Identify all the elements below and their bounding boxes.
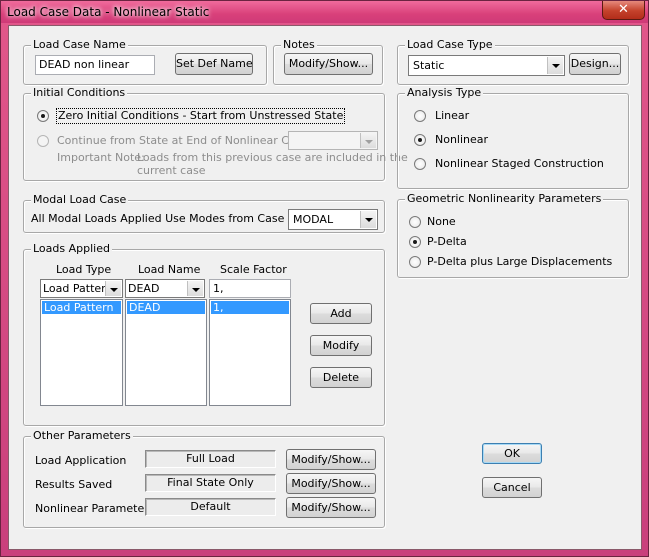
radio-unselected-icon (409, 256, 421, 268)
initial-conditions-group: Initial Conditions Zero Initial Conditio… (23, 86, 408, 181)
load-case-type-group: Load Case Type Static Design... (397, 38, 629, 85)
delete-load-button[interactable]: Delete (310, 367, 372, 388)
load-type-column[interactable]: Load Pattern (40, 299, 123, 406)
table-row-scale-factor[interactable]: 1, (211, 301, 289, 314)
geometric-large-displacements-label: P-Delta plus Large Displacements (427, 255, 613, 268)
load-case-type-legend: Load Case Type (405, 38, 495, 52)
modal-case-value: MODAL (293, 213, 334, 226)
column-header-load-name: Load Name (138, 263, 201, 276)
load-case-type-select[interactable]: Static (408, 55, 565, 76)
results-saved-value: Final State Only (145, 474, 276, 492)
analysis-linear-label: Linear (435, 109, 470, 122)
analysis-type-legend: Analysis Type (405, 86, 484, 100)
analysis-type-group: Analysis Type Linear Nonlinear Nonlinear… (397, 86, 629, 189)
load-name-column[interactable]: DEAD (125, 299, 207, 406)
modal-load-case-label: All Modal Loads Applied Use Modes from C… (31, 212, 285, 225)
radio-selected-icon (414, 134, 426, 146)
notes-legend: Notes (281, 38, 317, 52)
load-case-type-value: Static (413, 59, 445, 72)
cancel-button[interactable]: Cancel (482, 477, 542, 498)
chevron-down-icon[interactable] (360, 211, 376, 228)
load-case-name-legend: Load Case Name (31, 38, 128, 52)
radio-unselected-icon (37, 135, 49, 147)
chevron-down-icon[interactable] (105, 281, 121, 296)
load-application-label: Load Application (35, 454, 127, 467)
nonlinear-parameters-label: Nonlinear Parameters (35, 502, 155, 515)
title-bar[interactable]: Load Case Data - Nonlinear Static ✕ (1, 1, 648, 23)
chevron-down-icon[interactable] (187, 281, 203, 296)
nonlinear-parameters-value: Default (145, 498, 276, 516)
radio-selected-icon (37, 110, 49, 122)
loads-applied-group: Loads Applied Load Type Load Name Scale … (23, 242, 385, 426)
other-parameters-legend: Other Parameters (31, 429, 133, 443)
radio-selected-icon (409, 236, 421, 248)
window-title: Load Case Data - Nonlinear Static (7, 5, 210, 19)
table-row-load-name[interactable]: DEAD (127, 301, 205, 314)
column-header-load-type: Load Type (56, 263, 112, 276)
notes-group: Notes Modify/Show... (273, 38, 383, 85)
column-header-scale-factor: Scale Factor (220, 263, 287, 276)
chevron-down-icon[interactable] (547, 57, 563, 74)
geometric-p-delta-label: P-Delta (427, 235, 467, 248)
load-case-name-group: Load Case Name DEAD non linear Set Def N… (23, 38, 267, 85)
loads-applied-legend: Loads Applied (31, 242, 112, 256)
radio-unselected-icon (414, 110, 426, 122)
radio-unselected-icon (414, 158, 426, 170)
add-load-button[interactable]: Add (310, 303, 372, 324)
table-row-load-type[interactable]: Load Pattern (42, 301, 121, 314)
modal-load-case-group: Modal Load Case All Modal Loads Applied … (23, 193, 385, 233)
radio-unselected-icon (409, 216, 421, 228)
scale-factor-column[interactable]: 1, (209, 299, 291, 406)
set-def-name-button[interactable]: Set Def Name (175, 53, 253, 75)
load-name-edit-value: DEAD (128, 282, 160, 295)
design-button[interactable]: Design... (569, 53, 621, 75)
results-saved-modify-button[interactable]: Modify/Show... (286, 473, 376, 494)
analysis-nonlinear-label: Nonlinear (435, 133, 489, 146)
load-application-modify-button[interactable]: Modify/Show... (286, 449, 376, 470)
important-note-text-line1: Loads from this previous case are includ… (137, 151, 408, 164)
chevron-down-icon[interactable] (360, 133, 376, 148)
load-type-edit-select[interactable]: Load Patterr (40, 279, 123, 298)
scale-factor-edit-input[interactable]: 1, (209, 279, 291, 298)
modal-case-select[interactable]: MODAL (288, 209, 378, 230)
modal-load-case-legend: Modal Load Case (31, 193, 129, 207)
geometric-none-label: None (427, 215, 456, 228)
dialog-client-area: Load Case Name DEAD non linear Set Def N… (8, 25, 642, 550)
dialog-window: Load Case Data - Nonlinear Static ✕ Load… (0, 0, 649, 557)
initial-conditions-legend: Initial Conditions (31, 86, 128, 100)
nonlinear-parameters-modify-button[interactable]: Modify/Show... (286, 497, 376, 518)
load-application-value: Full Load (145, 450, 276, 468)
zero-initial-conditions-label: Zero Initial Conditions - Start from Uns… (55, 108, 346, 124)
load-name-edit-select[interactable]: DEAD (125, 279, 205, 298)
modify-load-button[interactable]: Modify (310, 335, 372, 356)
load-case-name-input[interactable]: DEAD non linear (35, 55, 155, 75)
results-saved-label: Results Saved (35, 478, 113, 491)
geometric-nonlinearity-legend: Geometric Nonlinearity Parameters (405, 192, 604, 206)
load-type-edit-value: Load Patterr (43, 282, 111, 295)
continue-case-select[interactable] (288, 131, 378, 150)
other-parameters-group: Other Parameters Load Application Full L… (23, 429, 385, 528)
analysis-staged-construction-label: Nonlinear Staged Construction (435, 157, 604, 170)
ok-button[interactable]: OK (482, 443, 542, 464)
notes-modify-show-button[interactable]: Modify/Show... (284, 53, 373, 75)
continue-from-state-label: Continue from State at End of Nonlinear … (57, 134, 309, 147)
important-note-label: Important Note: (57, 151, 145, 164)
close-button[interactable]: ✕ (602, 1, 645, 20)
important-note-text-line2: current case (137, 164, 206, 177)
geometric-nonlinearity-group: Geometric Nonlinearity Parameters None P… (397, 192, 629, 278)
